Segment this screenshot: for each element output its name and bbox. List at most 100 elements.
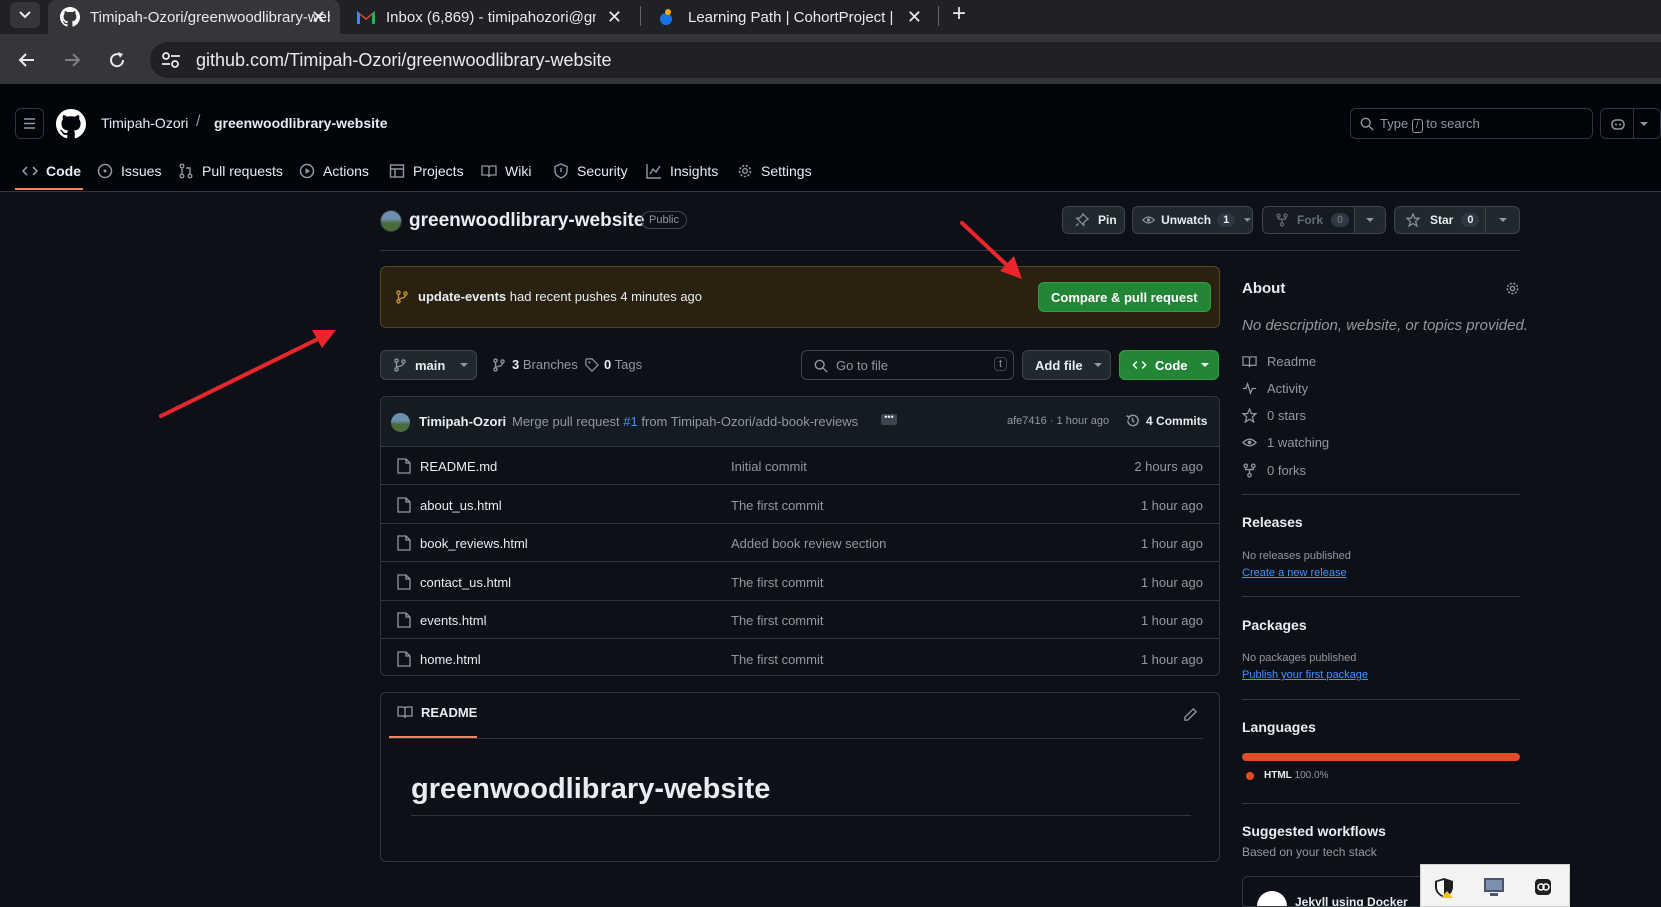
file-commit-message[interactable]: Added book review section: [731, 536, 886, 551]
file-name[interactable]: contact_us.html: [420, 575, 511, 590]
sidebar-activity-link[interactable]: Activity: [1242, 381, 1308, 396]
pencil-icon[interactable]: [1183, 707, 1198, 722]
commit-message[interactable]: Merge pull request #1 from Timipah-Ozori…: [512, 414, 858, 429]
file-commit-message[interactable]: The first commit: [731, 575, 823, 590]
pin-button[interactable]: Pin: [1062, 206, 1125, 234]
close-icon[interactable]: ✕: [907, 7, 922, 28]
commit-hash-time[interactable]: afe7416 · 1 hour ago: [1007, 415, 1109, 427]
workflow-icon: [1257, 891, 1287, 906]
file-row[interactable]: about_us.html The first commit 1 hour ago: [381, 486, 1219, 524]
tab-actions[interactable]: Actions: [299, 159, 369, 183]
file-row[interactable]: README.md Initial commit 2 hours ago: [381, 447, 1219, 485]
expand-commit-button[interactable]: •••: [881, 413, 897, 425]
workflow-card[interactable]: Jekyll using Docker: [1242, 876, 1422, 907]
tab-settings[interactable]: Settings: [737, 159, 812, 183]
unwatch-button[interactable]: Unwatch 1: [1132, 206, 1253, 234]
branches-link[interactable]: 3 Branches: [492, 357, 578, 372]
new-tab-button[interactable]: +: [952, 0, 966, 28]
commits-count: 4: [1146, 413, 1153, 428]
commit-pr-link[interactable]: #1: [623, 414, 637, 429]
chevron-down-icon: [1244, 218, 1252, 222]
branch-select-button[interactable]: main: [380, 350, 477, 380]
repo-link[interactable]: greenwoodlibrary-website: [214, 115, 387, 131]
back-arrow-icon[interactable]: [17, 50, 37, 70]
browser-tab-github[interactable]: Timipah-Ozori/greenwoodlibrary-website ✕: [48, 0, 340, 34]
file-commit-message[interactable]: Initial commit: [731, 459, 807, 474]
owner-link[interactable]: Timipah-Ozori: [101, 115, 188, 131]
star-dropdown-button[interactable]: [1485, 206, 1520, 234]
create-release-link[interactable]: Create a new release: [1242, 567, 1347, 579]
fork-count: 0: [1331, 213, 1350, 227]
releases-empty-text: No releases published: [1242, 550, 1351, 562]
tab-code[interactable]: Code: [22, 159, 81, 183]
file-row[interactable]: book_reviews.html Added book review secti…: [381, 524, 1219, 562]
readme-tab[interactable]: README: [389, 704, 485, 720]
file-name[interactable]: events.html: [420, 613, 486, 628]
add-file-button[interactable]: Add file: [1022, 350, 1111, 380]
tab-issues[interactable]: Issues: [97, 159, 161, 183]
close-icon[interactable]: ✕: [607, 7, 622, 28]
chevron-down-icon[interactable]: [1639, 119, 1649, 129]
tray-app-icon[interactable]: [1533, 877, 1553, 897]
graph-icon: [646, 164, 661, 179]
packages-heading[interactable]: Packages: [1242, 617, 1307, 633]
security-shield-icon[interactable]: [1433, 877, 1455, 899]
tab-wiki[interactable]: Wiki: [481, 159, 531, 183]
gear-icon[interactable]: [1505, 281, 1520, 296]
code-button[interactable]: Code: [1119, 350, 1219, 380]
site-settings-icon[interactable]: [160, 50, 182, 70]
search-input[interactable]: Type / to search: [1350, 108, 1593, 139]
forward-arrow-icon[interactable]: [62, 50, 82, 70]
sidebar-stars-link[interactable]: 0 stars: [1242, 408, 1306, 423]
url-text[interactable]: github.com/Timipah-Ozori/greenwoodlibrar…: [196, 50, 612, 71]
close-icon[interactable]: ✕: [311, 7, 326, 28]
omnibox[interactable]: github.com/Timipah-Ozori/greenwoodlibrar…: [150, 42, 1661, 78]
fork-button[interactable]: Fork 0: [1262, 206, 1355, 234]
file-row[interactable]: home.html The first commit 1 hour ago: [381, 640, 1219, 676]
file-row[interactable]: events.html The first commit 1 hour ago: [381, 601, 1219, 639]
compare-pull-request-button[interactable]: Compare & pull request: [1038, 282, 1211, 312]
commit-author[interactable]: Timipah-Ozori: [419, 414, 506, 429]
file-commit-message[interactable]: The first commit: [731, 652, 823, 667]
tab-security[interactable]: Security: [553, 159, 628, 183]
chevron-down-icon: [1498, 218, 1507, 222]
tags-link[interactable]: 0 Tags: [585, 357, 642, 372]
file-name[interactable]: home.html: [420, 652, 481, 667]
commits-history-link[interactable]: 4 Commits: [1125, 413, 1207, 428]
star-button[interactable]: Star 0: [1394, 206, 1486, 234]
file-commit-message[interactable]: The first commit: [731, 498, 823, 513]
repo-title[interactable]: greenwoodlibrary-website: [409, 210, 644, 232]
copilot-button[interactable]: [1600, 108, 1661, 139]
publish-package-link[interactable]: Publish your first package: [1242, 669, 1368, 681]
sidebar-watching-link[interactable]: 1 watching: [1242, 435, 1329, 450]
browser-tab-gmail[interactable]: Inbox (6,869) - timipahozori@gmail.com ✕: [344, 0, 636, 34]
fork-dropdown-button[interactable]: [1354, 206, 1386, 234]
file-commit-message[interactable]: The first commit: [731, 613, 823, 628]
menu-button[interactable]: [15, 108, 44, 139]
file-name[interactable]: book_reviews.html: [420, 536, 528, 551]
github-logo-icon[interactable]: [56, 109, 86, 139]
book-icon: [397, 706, 413, 719]
language-legend-item[interactable]: HTML 100.0%: [1246, 770, 1328, 781]
sidebar-readme-link[interactable]: Readme: [1242, 354, 1316, 369]
pull-request-icon: [179, 163, 193, 179]
code-icon: [22, 166, 38, 176]
browser-tab-cohort[interactable]: Learning Path | CohortProject | ... ✕: [644, 0, 936, 34]
tab-pull-requests[interactable]: Pull requests: [178, 159, 283, 183]
display-icon[interactable]: [1483, 877, 1505, 897]
pin-icon: [1075, 213, 1089, 227]
sidebar-forks-link[interactable]: 0 forks: [1242, 463, 1306, 478]
releases-heading[interactable]: Releases: [1242, 514, 1303, 530]
copilot-icon: [1611, 119, 1625, 130]
copilot-divider: [1633, 109, 1634, 138]
tab-search-button[interactable]: [10, 2, 40, 28]
file-row[interactable]: contact_us.html The first commit 1 hour ag…: [381, 563, 1219, 601]
tab-insights[interactable]: Insights: [646, 159, 718, 183]
reload-icon[interactable]: [107, 50, 127, 70]
file-name[interactable]: README.md: [420, 459, 497, 474]
file-name[interactable]: about_us.html: [420, 498, 502, 513]
file-commit-date: 1 hour ago: [1140, 651, 1203, 667]
tab-projects[interactable]: Projects: [389, 159, 464, 183]
banner-branch[interactable]: update-events: [418, 289, 506, 304]
go-to-file-input[interactable]: Go to file t: [801, 350, 1014, 380]
